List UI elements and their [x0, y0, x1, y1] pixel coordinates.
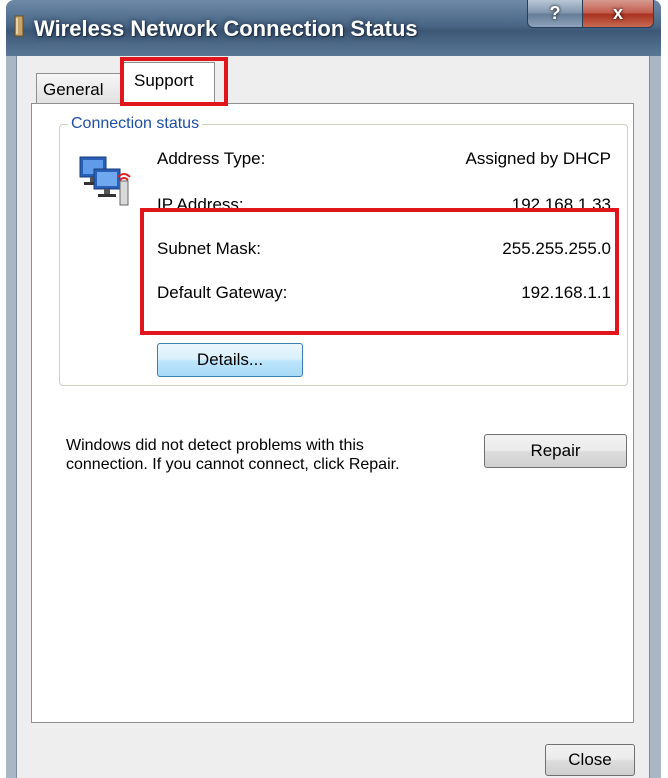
window-close-button[interactable]: x — [582, 0, 654, 28]
tab-highlight-box — [120, 57, 228, 106]
address-type-label: Address Type: — [157, 149, 266, 168]
dialog-window: Wireless Network Connection Status ? x G… — [6, 0, 661, 778]
tab-general[interactable]: General — [36, 73, 122, 103]
network-icon — [14, 15, 24, 37]
group-title: Connection status — [68, 115, 203, 133]
wireless-network-icon — [79, 156, 131, 206]
address-type-value: Assigned by DHCP — [465, 149, 611, 168]
status-message: Windows did not detect problems with thi… — [66, 437, 400, 473]
close-button[interactable]: Close — [545, 744, 635, 776]
connection-status-group: Connection status Address Type: Assigned… — [59, 115, 628, 386]
help-button[interactable]: ? — [527, 0, 583, 28]
details-button[interactable]: Details... — [157, 343, 303, 377]
repair-button[interactable]: Repair — [484, 434, 627, 468]
ip-highlight-box — [140, 208, 619, 335]
window-title: Wireless Network Connection Status — [34, 16, 418, 41]
title-bar[interactable]: Wireless Network Connection Status ? x — [6, 0, 661, 56]
dialog-client-area: General Support Connection status Addres… — [16, 56, 650, 778]
support-tab-panel: Connection status Address Type: Assigned… — [31, 103, 634, 723]
